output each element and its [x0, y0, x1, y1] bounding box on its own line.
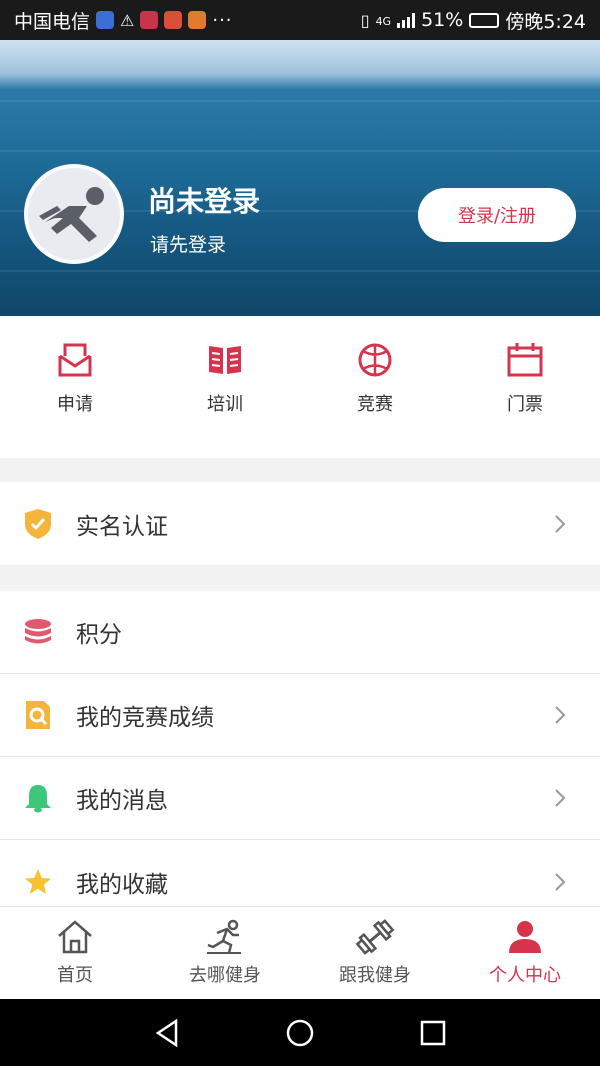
- menu-item-label: 积分: [76, 622, 122, 648]
- menu-item-points[interactable]: 积分: [0, 591, 600, 674]
- map-notification-icon: [164, 11, 183, 29]
- video-notification-icon: [188, 11, 207, 29]
- bottom-tab-bar: 首页 去哪健身 跟我健身 个人中心: [0, 906, 600, 999]
- menu-item-label: 实名认证: [76, 513, 168, 540]
- quick-action-training[interactable]: 培训: [150, 316, 300, 458]
- vibrate-icon: ▯: [360, 10, 370, 30]
- chevron-right-icon: [555, 789, 566, 807]
- user-name: 尚未登录: [148, 185, 261, 218]
- tab-label: 首页: [57, 965, 93, 986]
- menu-item-messages[interactable]: 我的消息: [0, 757, 600, 840]
- status-bar: 中国电信 ⚠ ··· ▯ 4G 51% 傍晚5:24: [0, 0, 600, 40]
- book-icon: [209, 346, 241, 374]
- carrier-name: 中国电信: [14, 10, 91, 33]
- clock: 傍晚5:24: [505, 10, 586, 33]
- home-button-icon[interactable]: [285, 1018, 315, 1048]
- battery-percent: 51%: [421, 9, 464, 31]
- login-prompt: 请先登录: [150, 234, 227, 256]
- menu-item-label: 我的竞赛成绩: [76, 705, 214, 731]
- menu-item-verification[interactable]: 实名认证: [0, 482, 600, 565]
- home-icon: [58, 920, 92, 954]
- person-icon: [509, 921, 541, 953]
- app-notification-icon: [96, 11, 115, 29]
- tab-personal-center[interactable]: 个人中心: [450, 907, 600, 999]
- coin-stack-icon: [24, 618, 52, 646]
- alert-icon: ⚠: [120, 10, 135, 30]
- profile-banner: 尚未登录 请先登录 登录/注册: [0, 40, 600, 316]
- quick-action-label: 培训: [207, 394, 243, 415]
- tab-home[interactable]: 首页: [0, 907, 150, 999]
- tab-label: 个人中心: [489, 965, 561, 986]
- calendar-icon: [507, 343, 543, 377]
- basketball-icon: [358, 343, 392, 377]
- quick-action-label: 竞赛: [357, 394, 393, 415]
- app-notification-icon: [140, 11, 159, 29]
- status-right: ▯ 4G 51% 傍晚5:24: [361, 7, 586, 34]
- bell-icon: [24, 784, 52, 813]
- menu-item-label: 我的消息: [76, 788, 168, 814]
- chevron-right-icon: [555, 872, 566, 891]
- runner-icon: [39, 187, 104, 242]
- avatar[interactable]: [24, 164, 124, 264]
- dumbbell-icon: [355, 919, 395, 955]
- running-icon: [207, 919, 241, 954]
- quick-action-competition[interactable]: 竞赛: [300, 316, 450, 458]
- verification-group: 实名认证: [0, 482, 600, 565]
- chevron-right-icon: [555, 514, 566, 533]
- menu-item-competition-results[interactable]: 我的竞赛成绩: [0, 674, 600, 757]
- tab-label: 跟我健身: [339, 965, 411, 986]
- quick-action-tickets[interactable]: 门票: [450, 316, 600, 458]
- signal-icon: [397, 12, 416, 28]
- login-register-button[interactable]: 登录/注册: [418, 188, 576, 242]
- more-notifications: ···: [212, 9, 233, 31]
- chevron-right-icon: [555, 706, 566, 724]
- network-type: 4G: [375, 14, 392, 28]
- tab-label: 去哪健身: [189, 965, 261, 986]
- menu-group: 积分 我的竞赛成绩 我的消息 我的收藏: [0, 591, 600, 923]
- system-navigation-bar: [0, 999, 600, 1066]
- quick-actions: 申请 培训 竞赛 门票: [0, 316, 600, 458]
- quick-action-apply[interactable]: 申请: [0, 316, 150, 458]
- tab-follow-me[interactable]: 跟我健身: [300, 907, 450, 999]
- search-document-icon: [24, 701, 52, 729]
- back-icon[interactable]: [152, 1018, 182, 1048]
- status-left: 中国电信 ⚠ ···: [14, 7, 233, 34]
- quick-action-label: 申请: [57, 394, 93, 415]
- envelope-icon: [58, 343, 92, 377]
- quick-action-label: 门票: [507, 394, 543, 415]
- battery-icon: [469, 12, 500, 28]
- star-icon: [24, 868, 52, 896]
- shield-check-icon: [24, 508, 52, 539]
- menu-item-label: 我的收藏: [76, 871, 168, 898]
- tab-where-to-exercise[interactable]: 去哪健身: [150, 907, 300, 999]
- recent-apps-icon[interactable]: [418, 1018, 448, 1048]
